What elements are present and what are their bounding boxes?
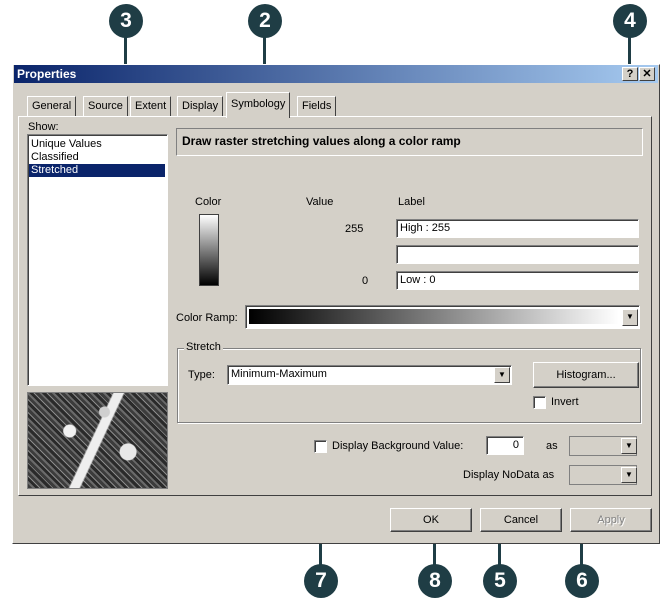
nodata-color-dropdown-icon[interactable]: ▼ (621, 467, 637, 483)
show-item-unique-values[interactable]: Unique Values (29, 138, 165, 151)
callout-4: 4 (613, 4, 647, 38)
background-color-dropdown-icon[interactable]: ▼ (621, 438, 637, 454)
label-high-input[interactable]: High : 255 (396, 219, 639, 238)
show-label: Show: (28, 121, 59, 133)
tab-extent[interactable]: Extent (130, 96, 172, 116)
window-title: Properties (17, 67, 77, 81)
close-button[interactable]: ✕ (639, 67, 655, 81)
tab-display[interactable]: Display (177, 96, 224, 116)
tab-fields[interactable]: Fields (297, 96, 337, 116)
display-background-label: Display Background Value: (332, 440, 464, 452)
callout-6: 6 (565, 564, 599, 598)
show-item-classified[interactable]: Classified (29, 151, 165, 164)
tab-source[interactable]: Source (83, 96, 128, 116)
stretch-type-select[interactable]: Minimum-Maximum (227, 365, 512, 385)
color-ramp-label: Color Ramp: (176, 312, 238, 324)
stretch-group-label: Stretch (184, 341, 223, 353)
raster-preview-image (27, 392, 168, 489)
nodata-label: Display NoData as (463, 469, 555, 481)
help-button[interactable]: ? (622, 67, 638, 81)
background-value-input[interactable]: 0 (486, 436, 524, 455)
label-mid-input[interactable] (396, 245, 639, 264)
color-ramp-swatch[interactable] (199, 214, 219, 286)
callout-3: 3 (109, 4, 143, 38)
title-bar (14, 65, 658, 83)
callout-5: 5 (483, 564, 517, 598)
callout-2: 2 (248, 4, 282, 38)
stretch-type-label: Type: (188, 369, 215, 381)
callout-8: 8 (418, 564, 452, 598)
show-item-stretched[interactable]: Stretched (29, 164, 165, 177)
background-as-label: as (546, 440, 558, 452)
display-background-checkbox[interactable] (314, 440, 327, 453)
value-low: 0 (362, 275, 369, 287)
color-ramp-gradient (249, 309, 619, 324)
cancel-button[interactable]: Cancel (480, 508, 562, 532)
header-text: Draw raster stretching values along a co… (182, 134, 461, 148)
callout-7: 7 (304, 564, 338, 598)
column-color-label: Color (195, 196, 222, 208)
column-label-label: Label (398, 196, 425, 208)
color-ramp-select[interactable] (245, 305, 640, 329)
invert-checkbox[interactable] (533, 396, 546, 409)
column-value-label: Value (306, 196, 334, 208)
value-high: 255 (345, 223, 364, 235)
invert-label: Invert (551, 396, 579, 408)
tab-symbology[interactable]: Symbology (226, 92, 291, 118)
tab-general[interactable]: General (27, 96, 77, 116)
apply-button[interactable]: Apply (570, 508, 652, 532)
ok-button[interactable]: OK (390, 508, 472, 532)
histogram-button[interactable]: Histogram... (533, 362, 639, 388)
label-low-input[interactable]: Low : 0 (396, 271, 639, 290)
color-ramp-dropdown-icon[interactable]: ▼ (622, 309, 638, 326)
show-list[interactable]: Unique Values Classified Stretched (27, 134, 168, 386)
stretch-type-dropdown-icon[interactable]: ▼ (494, 367, 510, 383)
